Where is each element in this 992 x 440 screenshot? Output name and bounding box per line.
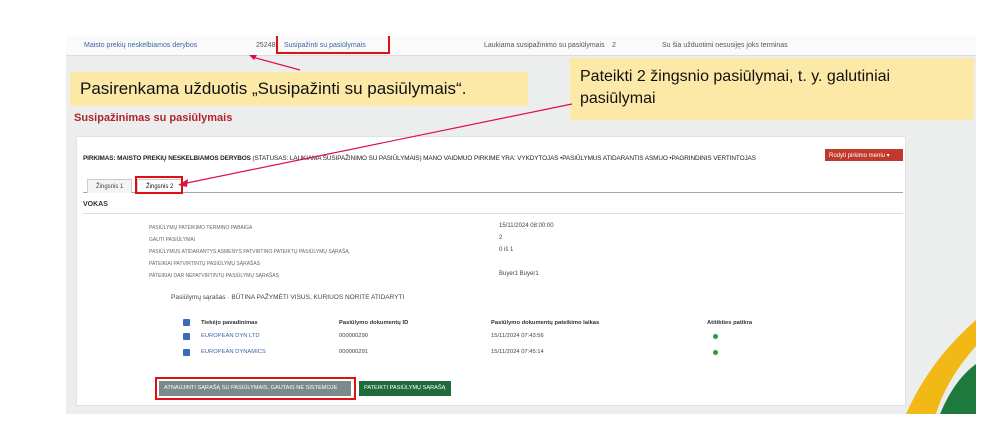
callout-task-selected: Pasirenkama užduotis „Susipažinti su pas… — [70, 72, 528, 106]
tab-step-1[interactable]: Žingsnis 1 — [87, 179, 133, 193]
procurement-menu-button[interactable]: Rodyti pirkimo meniu ▾ — [825, 149, 903, 161]
divider — [83, 213, 903, 214]
info-label-confirmed: Pasiūlymus atidarantys asmenys patvirtin… — [149, 249, 349, 255]
column-header-time: Pasiūlymo dokumentų pateikimo laikas — [491, 320, 600, 326]
task-count: 2 — [612, 42, 616, 49]
info-label-unconfirmed-list: Pateikiai dar nepatvirtintų pasiūlymų są… — [149, 273, 279, 279]
purchase-name: MAISTO PREKIŲ NESKELBIAMOS DERYBOS — [117, 155, 251, 162]
step-tabs: Žingsnis 1 Žingsnis 2 — [83, 176, 903, 194]
refresh-button-highlight-box — [155, 377, 356, 400]
check-ok-icon — [713, 334, 718, 339]
info-value-deadline: 15/11/2024 08:00:00 — [499, 223, 554, 229]
task-row: Maisto prekių neskelbiamos derybos 25248… — [66, 36, 976, 56]
content-panel: PIRKIMAS: MAISTO PREKIŲ NESKELBIAMOS DER… — [76, 136, 906, 406]
purchase-status: (STATUSAS: LAUKIAMA SUSIPAŽINIMO SU PASI… — [252, 155, 756, 162]
column-header-doc-id: Pasiūlymo dokumentų ID — [339, 320, 409, 326]
task-status: Laukiama susipažinimo su pasiūlymais — [484, 42, 605, 49]
info-label-received: Gauti pasiūlymai — [149, 237, 195, 243]
task-highlight-box — [276, 36, 390, 54]
info-value-unconfirmed-list: Buyer1 Buyer1 — [499, 271, 539, 277]
offers-list-title: Pasiūlymų sąrašas · BŪTINA PAŽYMĖTI VISU… — [171, 294, 405, 301]
submission-time: 15/11/2024 07:45:14 — [491, 349, 544, 355]
submit-offers-list-button[interactable]: PATEIKTI PASIŪLYMŲ SĄRAŠĄ — [359, 381, 451, 396]
purchase-label: PIRKIMAS: — [83, 155, 116, 162]
supplier-link[interactable]: EUROPEAN DYNAMICS — [201, 349, 266, 355]
row-checkbox[interactable] — [183, 333, 190, 340]
info-label-deadline: Pasiūlymų pateikimo termino pabaiga — [149, 225, 253, 231]
info-label-confirmed-list: Pateikiai patvirtintų pasiūlymų sąrašas — [149, 261, 261, 267]
info-value-received: 2 — [499, 235, 503, 241]
column-header-compliance: Atitikties patikra — [707, 320, 753, 326]
column-header-supplier: Tiekėjo pavadinimas — [201, 320, 258, 326]
deadline-note: Su šia užduotimi nesusijęs joks terminas — [662, 42, 788, 49]
tab-highlight-box — [135, 176, 183, 194]
row-checkbox[interactable] — [183, 349, 190, 356]
doc-id: 000000290 — [339, 333, 369, 339]
procurement-number: 25248 — [256, 42, 276, 49]
doc-id: 000000291 — [339, 349, 369, 355]
supplier-link[interactable]: EUROPEAN DYN LTD — [201, 333, 260, 339]
info-value-confirmed: 0 iš 1 — [499, 247, 514, 253]
section-title: VOKAS — [83, 201, 108, 208]
submission-time: 15/11/2024 07:43:56 — [491, 333, 544, 339]
table-row: EUROPEAN DYN LTD 000000290 15/11/2024 07… — [177, 331, 789, 342]
check-ok-icon — [713, 350, 718, 355]
procurement-link[interactable]: Maisto prekių neskelbiamos derybos — [84, 42, 197, 49]
select-all-checkbox[interactable] — [183, 319, 190, 326]
page-title: Susipažinimas su pasiūlymais — [74, 112, 233, 124]
table-row: EUROPEAN DYNAMICS 000000291 15/11/2024 0… — [177, 347, 789, 358]
slide: Maisto prekių neskelbiamos derybos 25248… — [0, 0, 992, 440]
callout-step2-offers: Pateikti 2 žingsnio pasiūlymai, t. y. ga… — [570, 58, 974, 120]
purchase-line: PIRKIMAS: MAISTO PREKIŲ NESKELBIAMOS DER… — [83, 155, 756, 162]
